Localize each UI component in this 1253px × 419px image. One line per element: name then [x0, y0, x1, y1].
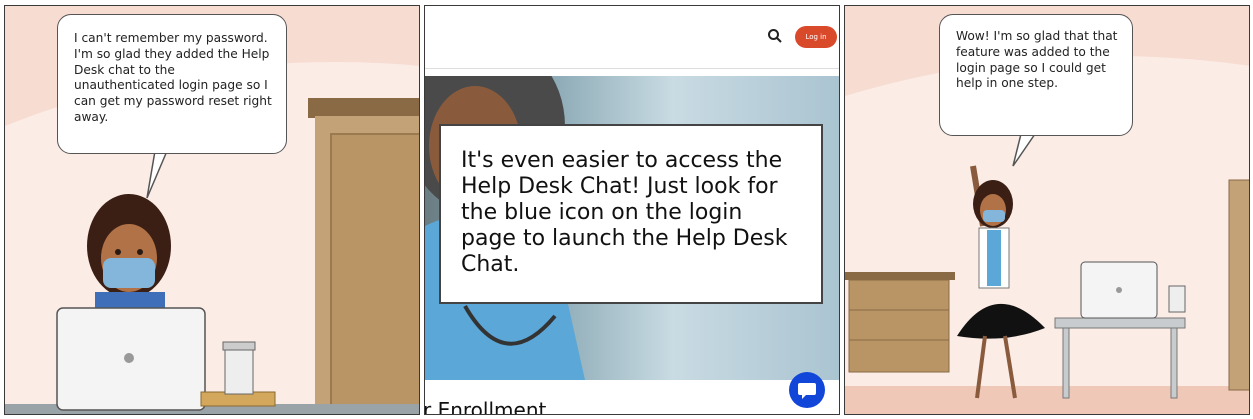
speech-bubble: Wow! I'm so glad that that feature was a… [939, 14, 1133, 136]
cabinet [1228, 179, 1249, 391]
laptop-logo [1116, 287, 1122, 293]
face-mask [103, 258, 155, 288]
wardrobe-door [330, 133, 419, 407]
face-mask [983, 210, 1005, 222]
speech-text: I can't remember my password. I'm so gla… [74, 31, 272, 124]
info-card-text: It's even easier to access the Help Desk… [461, 148, 788, 277]
coffee-cup [1168, 285, 1186, 313]
speech-bubble: I can't remember my password. I'm so gla… [57, 14, 287, 154]
eye-left [115, 249, 121, 255]
speech-text: Wow! I'm so glad that that feature was a… [956, 29, 1118, 91]
floor [845, 386, 1249, 414]
enrollment-heading: r Enrollment [424, 398, 547, 415]
dresser-top [845, 272, 955, 280]
panel-2: Log in It's even easier to access the He… [424, 5, 840, 415]
help-desk-chat-button[interactable] [789, 372, 825, 408]
login-button[interactable]: Log in [795, 26, 837, 48]
panel-3: Wow! I'm so glad that that feature was a… [844, 5, 1250, 415]
comic-strip: I can't remember my password. I'm so gla… [0, 0, 1253, 419]
search-icon[interactable] [767, 28, 783, 44]
table-leg [1170, 327, 1178, 399]
table-top [1054, 317, 1186, 329]
eye-right [137, 249, 143, 255]
table-leg [1062, 327, 1070, 399]
shirt [987, 230, 1001, 286]
laptop-logo [124, 353, 134, 363]
wardrobe-top [308, 98, 419, 118]
cup-lid [222, 341, 256, 351]
site-header: Log in [425, 6, 839, 69]
panel-1: I can't remember my password. I'm so gla… [4, 5, 420, 415]
coffee-cup [224, 345, 254, 395]
chat-bubble-icon [798, 383, 816, 399]
info-card: It's even easier to access the Help Desk… [439, 124, 823, 304]
dresser [848, 279, 950, 373]
